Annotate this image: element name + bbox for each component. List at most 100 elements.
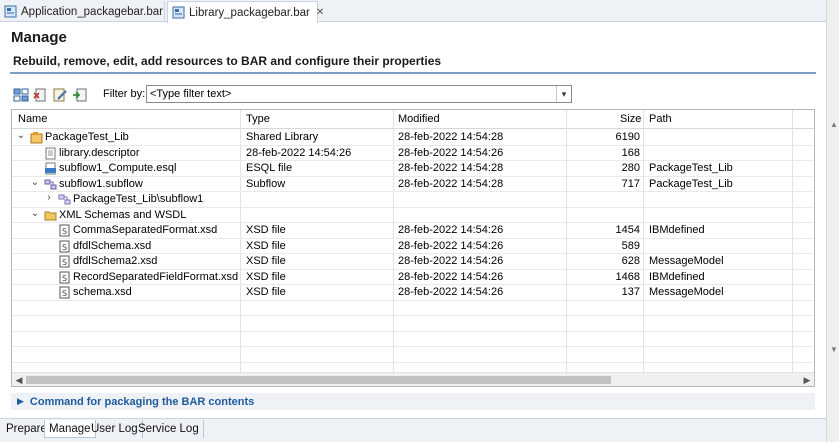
bottom-tab-bar: Prepare Manage User Log Service Log bbox=[0, 418, 839, 442]
column-header-size[interactable]: Size bbox=[620, 113, 641, 125]
scrollbar-thumb[interactable] bbox=[26, 376, 611, 384]
cell-path: MessageModel bbox=[649, 286, 724, 298]
cell-type: XSD file bbox=[246, 239, 286, 252]
scroll-right-icon[interactable]: ▶ bbox=[800, 373, 814, 386]
tab-label: Library_packagebar.bar bbox=[189, 6, 310, 19]
cell-size: 628 bbox=[621, 255, 640, 267]
scroll-up-icon[interactable]: ▲ bbox=[830, 120, 838, 129]
add-icon[interactable] bbox=[72, 87, 88, 103]
cell-type: XSD file bbox=[246, 255, 286, 267]
table-row[interactable]: S RecordSeparatedFieldFormat.xsd XSD file 2… bbox=[12, 270, 814, 285]
filter-input[interactable] bbox=[146, 85, 572, 103]
cell-size: 168 bbox=[621, 146, 640, 159]
scroll-down-icon[interactable]: ▼ bbox=[830, 345, 838, 354]
chevron-down-icon[interactable]: ⌄ bbox=[16, 130, 26, 141]
cell-path: PackageTest_Lib bbox=[649, 162, 733, 174]
cell-size: 6190 bbox=[615, 131, 640, 143]
bar-file-icon bbox=[4, 5, 17, 18]
scroll-left-icon[interactable]: ◀ bbox=[12, 373, 26, 386]
cell-modified: 28-feb-2022 14:54:26 bbox=[398, 286, 504, 298]
library-icon bbox=[30, 131, 43, 144]
chevron-down-icon[interactable]: ▾ bbox=[556, 86, 571, 102]
command-section-label: Command for packaging the BAR contents bbox=[29, 395, 255, 408]
table-row bbox=[12, 301, 814, 316]
column-header-path[interactable]: Path bbox=[649, 113, 672, 125]
column-header-modified[interactable]: Modified bbox=[398, 113, 440, 125]
cell-name: dfdlSchema2.xsd bbox=[73, 255, 158, 267]
cell-size: 589 bbox=[621, 239, 640, 252]
table-row[interactable]: ⌄ XML Schemas and WSDL bbox=[12, 208, 814, 223]
remove-icon[interactable] bbox=[33, 87, 49, 103]
cell-path: PackageTest_Lib bbox=[649, 177, 733, 190]
table-row[interactable]: SdfdlSchema2.xsd XSD file 28-feb-2022 14:5… bbox=[12, 254, 814, 270]
svg-text:S: S bbox=[62, 274, 67, 283]
table-row[interactable]: subflow1_Compute.esql ESQL file 28-feb-202… bbox=[12, 161, 814, 177]
tab-application-packagebar[interactable]: Application_packagebar.bar bbox=[0, 1, 165, 22]
cell-type: 28-feb-2022 14:54:26 bbox=[246, 146, 352, 159]
column-header-type[interactable]: Type bbox=[246, 113, 270, 125]
horizontal-scrollbar[interactable]: ◀ ▶ bbox=[12, 372, 814, 386]
cell-size: 137 bbox=[621, 286, 640, 298]
cell-modified: 28-feb-2022 14:54:26 bbox=[398, 146, 504, 159]
close-icon[interactable]: ✕ bbox=[316, 7, 324, 18]
table-row[interactable]: SdfdlSchema.xsd XSD file 28-feb-2022 14:54… bbox=[12, 239, 814, 254]
subflow-node-icon bbox=[58, 193, 71, 206]
cell-name: PackageTest_Lib bbox=[45, 131, 129, 143]
xsd-file-icon: S bbox=[58, 271, 71, 284]
page-title: Manage bbox=[11, 29, 67, 46]
cell-name: subflow1_Compute.esql bbox=[59, 162, 177, 174]
table-row[interactable]: library.descriptor 28-feb-2022 14:54:26 28… bbox=[12, 146, 814, 161]
xsd-file-icon: S bbox=[58, 286, 71, 299]
xsd-file-icon: S bbox=[58, 255, 71, 268]
table-row[interactable]: ⌄ subflow1.subflow Subflow 28-feb-2022 14:5… bbox=[12, 177, 814, 192]
tab-service-log[interactable]: Service Log bbox=[134, 420, 204, 438]
svg-text:S: S bbox=[62, 227, 67, 236]
cell-modified: 28-feb-2022 14:54:26 bbox=[398, 239, 504, 252]
xsd-file-icon: S bbox=[58, 240, 71, 253]
filter-label: Filter by: bbox=[103, 88, 146, 100]
table-row bbox=[12, 347, 814, 363]
cell-path: IBMdefined bbox=[649, 224, 705, 236]
cell-path: MessageModel bbox=[649, 255, 724, 267]
edit-icon[interactable] bbox=[52, 87, 68, 103]
chevron-down-icon[interactable]: ⌄ bbox=[30, 177, 40, 188]
cell-name: dfdlSchema.xsd bbox=[73, 239, 152, 252]
folder-icon bbox=[44, 209, 57, 222]
cell-type: XSD file bbox=[246, 286, 286, 298]
cell-modified: 28-feb-2022 14:54:28 bbox=[398, 162, 504, 174]
build-icon[interactable] bbox=[13, 87, 29, 103]
cell-path: IBMdefined bbox=[649, 270, 705, 283]
table-row[interactable]: › PackageTest_Lib\subflow1 bbox=[12, 192, 814, 208]
table-row[interactable]: Sschema.xsd XSD file 28-feb-2022 14:54:26 1… bbox=[12, 285, 814, 301]
table-row[interactable]: S CommaSeparatedFormat.xsd XSD file 28-feb-… bbox=[12, 223, 814, 239]
table-row bbox=[12, 332, 814, 347]
cell-size: 1468 bbox=[615, 270, 640, 283]
bar-file-icon bbox=[172, 6, 185, 19]
editor-tab-bar: Application_packagebar.bar Library_packa… bbox=[0, 0, 839, 23]
header-divider bbox=[10, 72, 816, 74]
resource-table: Name Type Modified Size Path ⌄ PackageTes… bbox=[11, 109, 815, 387]
chevron-down-icon[interactable]: ⌄ bbox=[30, 208, 40, 219]
right-edge-panel bbox=[826, 0, 839, 442]
cell-type: Subflow bbox=[246, 177, 286, 190]
table-row[interactable]: ⌄ PackageTest_Lib Shared Library 28-feb-202… bbox=[12, 130, 814, 146]
cell-size: 280 bbox=[621, 162, 640, 174]
column-header-name[interactable]: Name bbox=[18, 113, 47, 125]
command-section-header[interactable]: ▶ Command for packaging the BAR contents bbox=[11, 393, 815, 410]
cell-modified: 28-feb-2022 14:54:26 bbox=[398, 270, 504, 283]
tab-library-packagebar[interactable]: Library_packagebar.bar ✕ bbox=[167, 1, 324, 23]
chevron-right-icon[interactable]: › bbox=[44, 192, 54, 203]
cell-name: schema.xsd bbox=[73, 286, 132, 298]
cell-name: RecordSeparatedFieldFormat.xsd bbox=[73, 270, 239, 283]
cell-name: XML Schemas and WSDL bbox=[59, 208, 187, 221]
descriptor-file-icon bbox=[44, 147, 57, 160]
svg-text:S: S bbox=[62, 243, 67, 252]
xsd-file-icon: S bbox=[58, 224, 71, 237]
cell-modified: 28-feb-2022 14:54:28 bbox=[398, 177, 504, 190]
subflow-icon bbox=[44, 178, 57, 191]
table-header: Name Type Modified Size Path bbox=[12, 110, 814, 129]
cell-name: subflow1.subflow bbox=[59, 177, 143, 190]
cell-modified: 28-feb-2022 14:54:26 bbox=[398, 224, 504, 236]
cell-modified: 28-feb-2022 14:54:26 bbox=[398, 255, 504, 267]
cell-type: Shared Library bbox=[246, 131, 319, 143]
